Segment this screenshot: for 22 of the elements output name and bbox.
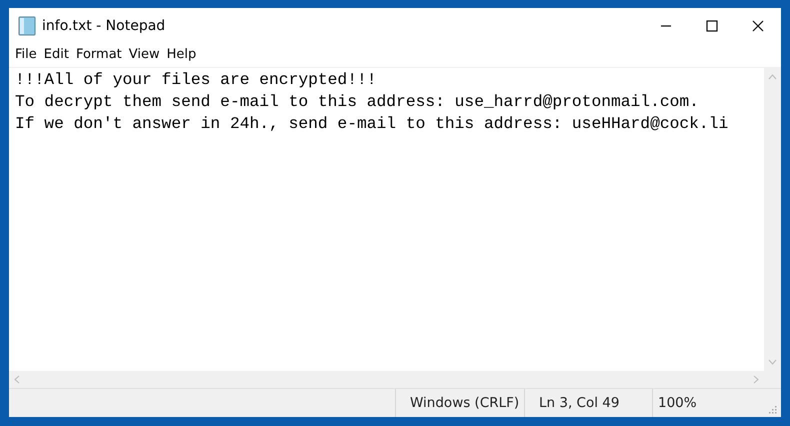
menu-item[interactable]: Format <box>76 47 122 67</box>
vertical-scrollbar[interactable] <box>764 68 781 371</box>
menu-item[interactable]: Edit <box>44 47 69 67</box>
horizontal-scrollbar[interactable] <box>9 371 764 388</box>
scroll-down-icon <box>768 359 777 365</box>
status-text: Windows (CRLF) <box>396 389 525 417</box>
status-text: 100% <box>657 394 698 413</box>
scroll-up-icon <box>768 74 777 80</box>
close-icon <box>752 20 764 32</box>
menu-item[interactable]: View <box>128 47 160 67</box>
menu-item[interactable]: Help <box>166 47 196 67</box>
resize-grip-icon[interactable] <box>767 404 777 414</box>
text-line: If we don't answer in 24h., send e-mail to this address: useHHard@cock.li <box>15 113 730 135</box>
status-text: Ln 3, Col 49 <box>525 389 653 417</box>
scroll-right-icon <box>753 375 759 384</box>
maximize-icon <box>706 20 718 32</box>
text-line: !!!All of your files are encrypted!!! <box>15 69 378 91</box>
menu-item[interactable]: File <box>15 47 37 67</box>
window-title: info.txt - Notepad <box>42 18 166 34</box>
notepad-icon <box>17 16 37 36</box>
text-line: To decrypt them send e-mail to this address: use_harrd@protonmail.com. <box>15 91 700 113</box>
scroll-left-icon <box>14 375 20 384</box>
